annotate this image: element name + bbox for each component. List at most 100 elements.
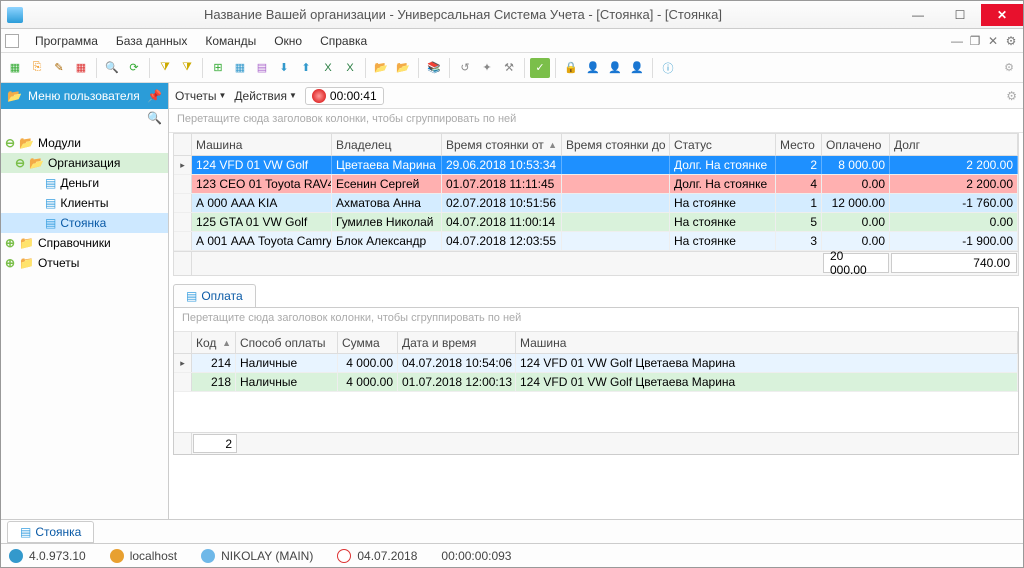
tb-copy-icon[interactable]: ⎘ bbox=[27, 58, 47, 78]
expand-icon[interactable]: ⊕ bbox=[5, 236, 15, 250]
tab-payment[interactable]: ▤Оплата bbox=[173, 284, 256, 307]
tb-excel2-icon[interactable]: X bbox=[340, 58, 360, 78]
tb-export-icon[interactable]: 📂 bbox=[393, 58, 413, 78]
tb-user3-icon[interactable]: 👤 bbox=[627, 58, 647, 78]
tb-tree-icon[interactable]: ⊞ bbox=[208, 58, 228, 78]
tb-grid-icon[interactable]: ▦ bbox=[230, 58, 250, 78]
subgrid-header: Код▲ Способ оплаты Сумма Дата и время Ма… bbox=[174, 332, 1018, 354]
table-row[interactable]: 218 Наличные 4 000.00 01.07.2018 12:00:1… bbox=[174, 373, 1018, 392]
actions-dropdown[interactable]: Действия▼ bbox=[234, 89, 297, 103]
cell-debt: 0.00 bbox=[890, 213, 1018, 231]
menu-window[interactable]: Окно bbox=[266, 32, 310, 50]
tb-layers-icon[interactable]: 📚 bbox=[424, 58, 444, 78]
col-status[interactable]: Статус bbox=[670, 134, 776, 155]
group-hint-sub[interactable]: Перетащите сюда заголовок колонки, чтобы… bbox=[174, 308, 1018, 332]
tb-search-icon[interactable]: 🔍 bbox=[102, 58, 122, 78]
tb-tools-icon[interactable]: ⚒ bbox=[499, 58, 519, 78]
cell-to bbox=[562, 194, 670, 212]
cell-car: 123 CEO 01 Toyota RAV4 bbox=[192, 175, 332, 193]
table-row[interactable]: 123 CEO 01 Toyota RAV4 Есенин Сергей 01.… bbox=[174, 175, 1018, 194]
folder-icon: 📂 bbox=[29, 156, 44, 170]
close-button[interactable]: ✕ bbox=[981, 4, 1023, 26]
menu-commands[interactable]: Команды bbox=[197, 32, 264, 50]
tb-edit-icon[interactable]: ✎ bbox=[49, 58, 69, 78]
tree-modules[interactable]: ⊖📂Модули bbox=[1, 133, 168, 153]
collapse-icon[interactable]: ⊖ bbox=[5, 136, 15, 150]
cell-owner: Цветаева Марина bbox=[332, 156, 442, 174]
col-from[interactable]: Время стоянки от▲ bbox=[442, 134, 562, 155]
tree-reports[interactable]: ⊕📁Отчеты bbox=[1, 253, 168, 273]
subbar-gear-icon[interactable]: ⚙ bbox=[1006, 89, 1017, 103]
tree-refs[interactable]: ⊕📁Справочники bbox=[1, 233, 168, 253]
tb-new-icon[interactable]: ▦ bbox=[5, 58, 25, 78]
mdi-restore[interactable]: ❐ bbox=[967, 34, 983, 48]
col-debt[interactable]: Долг bbox=[890, 134, 1018, 155]
collapse-icon[interactable]: ⊖ bbox=[15, 156, 25, 170]
tb-down-icon[interactable]: ⬇ bbox=[274, 58, 294, 78]
col-paid[interactable]: Оплачено bbox=[822, 134, 890, 155]
tb-history-icon[interactable]: ↺ bbox=[455, 58, 475, 78]
tb-user2-icon[interactable]: 👤 bbox=[605, 58, 625, 78]
maximize-button[interactable]: ☐ bbox=[939, 4, 981, 26]
cell-status: Долг. На стоянке bbox=[670, 156, 776, 174]
tb-check-icon[interactable]: ✓ bbox=[530, 58, 550, 78]
row-handle[interactable] bbox=[174, 213, 192, 231]
mdi-gear-icon[interactable]: ⚙ bbox=[1003, 34, 1019, 48]
tb-user1-icon[interactable]: 👤 bbox=[583, 58, 603, 78]
tb-refresh-icon[interactable]: ⟳ bbox=[124, 58, 144, 78]
row-handle[interactable]: ▸ bbox=[174, 354, 192, 372]
tb-cards-icon[interactable]: ▤ bbox=[252, 58, 272, 78]
scol-datetime[interactable]: Дата и время bbox=[398, 332, 516, 353]
scol-sum[interactable]: Сумма bbox=[338, 332, 398, 353]
tb-up-icon[interactable]: ⬆ bbox=[296, 58, 316, 78]
scol-method[interactable]: Способ оплаты bbox=[236, 332, 338, 353]
row-handle[interactable]: ▸ bbox=[174, 156, 192, 174]
table-row[interactable]: А 000 ААА KIA Ахматова Анна 02.07.2018 1… bbox=[174, 194, 1018, 213]
scol-code[interactable]: Код▲ bbox=[192, 332, 236, 353]
row-handle[interactable] bbox=[174, 232, 192, 250]
table-row[interactable]: ▸ 214 Наличные 4 000.00 04.07.2018 10:54… bbox=[174, 354, 1018, 373]
menu-database[interactable]: База данных bbox=[108, 32, 195, 50]
table-row[interactable]: 125 GTA 01 VW Golf Гумилев Николай 04.07… bbox=[174, 213, 1018, 232]
tree-parking[interactable]: ▤Стоянка bbox=[1, 213, 168, 233]
tree-clients[interactable]: ▤Клиенты bbox=[1, 193, 168, 213]
reports-dropdown[interactable]: Отчеты▼ bbox=[175, 89, 226, 103]
tb-lock-icon[interactable]: 🔒 bbox=[561, 58, 581, 78]
col-owner[interactable]: Владелец bbox=[332, 134, 442, 155]
timer[interactable]: 00:00:41 bbox=[305, 87, 384, 105]
minimize-button[interactable]: — bbox=[897, 4, 939, 26]
mdi-minimize[interactable]: — bbox=[949, 34, 965, 48]
tree-label: Справочники bbox=[38, 236, 111, 250]
col-car[interactable]: Машина bbox=[192, 134, 332, 155]
tb-filter2-icon[interactable]: ⧩ bbox=[177, 58, 197, 78]
row-handle[interactable] bbox=[174, 175, 192, 193]
tb-info-icon[interactable]: ⓘ bbox=[658, 58, 678, 78]
menu-program[interactable]: Программа bbox=[27, 32, 106, 50]
row-handle[interactable] bbox=[174, 373, 192, 391]
mdi-close[interactable]: ✕ bbox=[985, 34, 1001, 48]
tb-excel-icon[interactable]: X bbox=[318, 58, 338, 78]
col-to[interactable]: Время стоянки до bbox=[562, 134, 670, 155]
pin-icon[interactable]: 📌 bbox=[147, 89, 162, 103]
tree-label: Организация bbox=[48, 156, 120, 170]
scol-car[interactable]: Машина bbox=[516, 332, 1018, 353]
col-place[interactable]: Место bbox=[776, 134, 822, 155]
table-row[interactable]: А 001 ААА Toyota Camry Блок Александр 04… bbox=[174, 232, 1018, 251]
search-icon[interactable]: 🔍 bbox=[147, 111, 162, 129]
tree-organization[interactable]: ⊖ 📂 Организация bbox=[1, 153, 168, 173]
table-row[interactable]: ▸ 124 VFD 01 VW Golf Цветаева Марина 29.… bbox=[174, 156, 1018, 175]
expand-icon[interactable]: ⊕ bbox=[5, 256, 15, 270]
tb-settings-icon[interactable]: ✦ bbox=[477, 58, 497, 78]
tb-filter-icon[interactable]: ⧩ bbox=[155, 58, 175, 78]
tb-delete-icon[interactable]: ▦ bbox=[71, 58, 91, 78]
record-icon bbox=[312, 89, 326, 103]
doctab-parking[interactable]: ▤Стоянка bbox=[7, 521, 94, 543]
cell-car: А 000 ААА KIA bbox=[192, 194, 332, 212]
tree-money[interactable]: ▤Деньги bbox=[1, 173, 168, 193]
row-handle[interactable] bbox=[174, 194, 192, 212]
group-hint[interactable]: Перетащите сюда заголовок колонки, чтобы… bbox=[169, 109, 1023, 133]
tree-label: Отчеты bbox=[38, 256, 79, 270]
menu-help[interactable]: Справка bbox=[312, 32, 375, 50]
tb-import-icon[interactable]: 📂 bbox=[371, 58, 391, 78]
tb-gear-icon[interactable]: ⚙ bbox=[999, 58, 1019, 78]
